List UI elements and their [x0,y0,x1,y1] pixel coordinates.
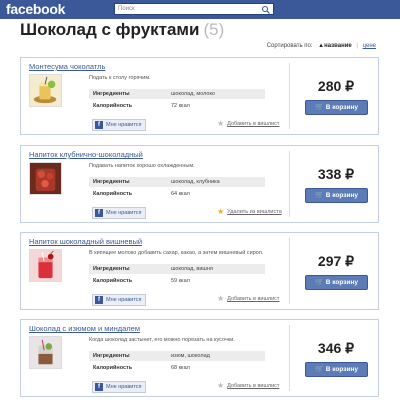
product-description: Подать к столу горячим. [89,75,151,81]
search-placeholder: Поиск [118,6,135,12]
facebook-logo[interactable]: facebook [6,1,65,17]
product-description: Когда шоколад застынет, его можно пореза… [89,337,235,343]
product-title-link[interactable]: Напиток шоколадный вишневый [29,237,142,246]
product-image-cherry[interactable] [29,249,62,282]
add-to-cart-button[interactable]: 🛒 В корзину [305,100,368,115]
card-divider [289,151,290,217]
calories-label: Калорийность [93,365,133,371]
product-price: 297 ₽ [317,253,355,269]
facebook-f-icon: f [95,121,103,129]
product-card: Напиток клубнично-шоколадный Подавать на… [20,145,379,223]
product-price: 280 ₽ [317,78,355,94]
like-label: Мне нравится [106,297,142,303]
sort-bar: Сортировать по: ▲название | цене [267,43,376,49]
cart-label: В корзину [325,192,358,199]
like-button[interactable]: f Мне нравится [92,119,146,131]
ingredients-label: Ингредиенты [93,91,130,97]
sort-label: Сортировать по: [266,43,313,49]
star-icon: ★ [217,119,225,128]
product-description: Подавать напиток хорошо охлажденным. [89,163,195,169]
calories-value: 68 ккал [171,365,190,371]
like-label: Мне нравится [106,122,142,128]
calories-value: 59 ккал [171,278,190,284]
product-title-link[interactable]: Напиток клубнично-шоколадный [29,150,143,159]
cart-label: В корзину [325,104,358,111]
cart-label: В корзину [325,279,358,286]
search-icon[interactable] [261,5,271,14]
like-button[interactable]: f Мне нравится [92,207,146,219]
like-button[interactable]: f Мне нравится [92,294,146,306]
sort-by-name[interactable]: ▲название [318,43,352,49]
product-description: В кипящее молоко добавить сахар, какао, … [89,250,264,256]
calories-row: Калорийность 68 ккал [89,363,265,373]
card-divider [289,325,290,391]
ingredients-label: Ингредиенты [93,266,130,272]
item-count: (5) [203,20,225,39]
like-label: Мне нравится [106,384,142,390]
product-image-raisin-almond[interactable] [29,336,62,369]
like-label: Мне нравится [106,210,142,216]
ingredients-row: Ингредиенты изюм, шоколад [89,351,265,361]
star-icon: ★ [217,381,225,390]
ingredients-value: шоколад, молоко [171,91,215,97]
wishlist-label: Добавить в вишлист [227,120,280,127]
sort-separator: | [356,43,358,49]
page-title: Шоколад с фруктами (5) [20,20,224,40]
sort-by-price[interactable]: цене [363,43,376,49]
wishlist-label: Удалить из вишлиста [227,208,282,215]
wishlist-label: Добавить в вишлист [227,382,280,389]
wishlist-toggle[interactable]: ★ Добавить в вишлист [217,381,280,390]
ingredients-label: Ингредиенты [93,353,130,359]
product-title-link[interactable]: Шоколад с изюмом и миндалем [29,324,140,333]
product-price: 338 ₽ [317,166,355,182]
cart-icon: 🛒 [314,104,324,111]
cart-icon: 🛒 [314,279,324,286]
top-bar: facebook Поиск [0,0,400,19]
card-divider [289,238,290,304]
ingredients-row: Ингредиенты шоколад, клубника [89,177,265,187]
calories-label: Калорийность [93,103,133,109]
ingredients-label: Ингредиенты [93,179,130,185]
ingredients-value: изюм, шоколад [171,353,210,359]
product-price: 346 ₽ [317,340,355,356]
product-card: Шоколад с изюмом и миндалем Когда шокола… [20,319,379,397]
ingredients-value: шоколад, клубника [171,179,220,185]
product-card: Монтесума чоколатль Подать к столу горяч… [20,57,379,135]
cart-icon: 🛒 [314,366,324,373]
wishlist-toggle[interactable]: ★ Добавить в вишлист [217,119,280,128]
ingredients-row: Ингредиенты шоколад, молоко [89,89,265,99]
wishlist-toggle[interactable]: ★ Удалить из вишлиста [217,207,282,216]
like-button[interactable]: f Мне нравится [92,381,146,393]
ingredients-value: шоколад, вишня [171,266,213,272]
cart-icon: 🛒 [314,192,324,199]
calories-row: Калорийность 64 ккал [89,189,265,199]
product-title-link[interactable]: Монтесума чоколатль [29,62,105,71]
add-to-cart-button[interactable]: 🛒 В корзину [305,188,368,203]
facebook-f-icon: f [95,209,103,217]
star-icon: ★ [217,294,225,303]
facebook-f-icon: f [95,383,103,391]
calories-label: Калорийность [93,278,133,284]
product-image-montezuma[interactable] [29,74,62,107]
wishlist-label: Добавить в вишлист [227,295,280,302]
add-to-cart-button[interactable]: 🛒 В корзину [305,362,368,377]
add-to-cart-button[interactable]: 🛒 В корзину [305,275,368,290]
page-title-text: Шоколад с фруктами [20,20,200,39]
calories-row: Калорийность 59 ккал [89,276,265,286]
calories-row: Калорийность 72 ккал [89,101,265,111]
wishlist-toggle[interactable]: ★ Добавить в вишлист [217,294,280,303]
calories-label: Калорийность [93,191,133,197]
facebook-f-icon: f [95,296,103,304]
calories-value: 64 ккал [171,191,190,197]
star-icon: ★ [217,207,225,216]
product-card: Напиток шоколадный вишневый В кипящее мо… [20,232,379,310]
calories-value: 72 ккал [171,103,190,109]
cart-label: В корзину [325,366,358,373]
card-divider [289,63,290,129]
product-image-strawberry[interactable] [29,162,62,195]
ingredients-row: Ингредиенты шоколад, вишня [89,264,265,274]
search-input[interactable]: Поиск [114,3,274,15]
